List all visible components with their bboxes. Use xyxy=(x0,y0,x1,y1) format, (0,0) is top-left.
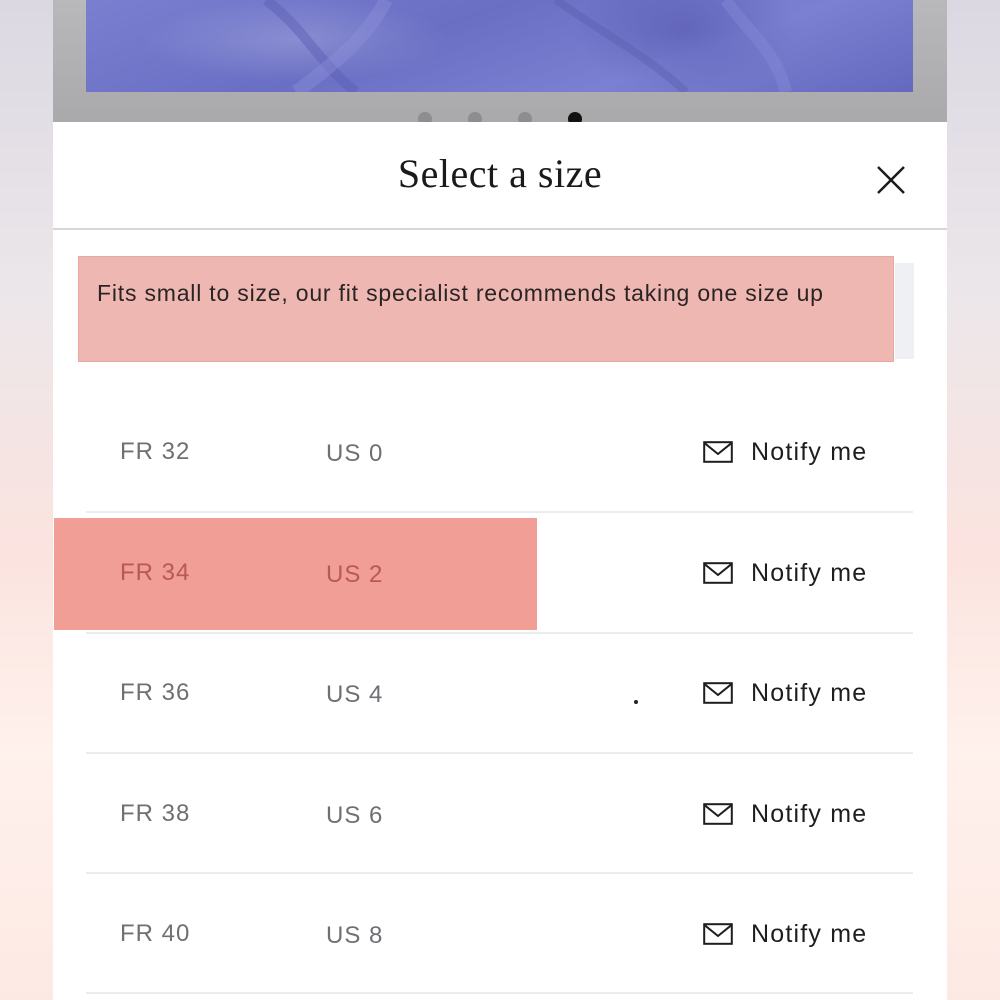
notify-me-button[interactable]: Notify me xyxy=(703,916,867,952)
fit-notice: Fits small to size, our fit specialist r… xyxy=(78,256,894,362)
mail-icon xyxy=(703,923,733,945)
notify-me-button[interactable]: Notify me xyxy=(703,675,867,711)
row-divider xyxy=(86,872,913,874)
notify-me-label: Notify me xyxy=(751,799,868,828)
phone-screen: Select a size Fits small to size, our fi… xyxy=(53,0,947,1000)
dust-speck xyxy=(634,700,638,704)
size-fr: FR 36 xyxy=(120,679,191,706)
size-us: US 6 xyxy=(326,802,384,829)
notify-me-label: Notify me xyxy=(751,558,868,587)
size-us: US 2 xyxy=(326,561,384,588)
row-divider xyxy=(86,992,913,994)
size-row[interactable]: FR 40 US 8 Notify me xyxy=(53,876,947,996)
mail-icon xyxy=(703,562,733,584)
size-selector-sheet: Select a size Fits small to size, our fi… xyxy=(53,122,947,1000)
size-us: US 0 xyxy=(326,440,384,467)
header-divider xyxy=(53,228,947,230)
row-divider xyxy=(86,632,913,634)
size-row[interactable]: FR 38 US 6 Notify me xyxy=(53,756,947,876)
notify-me-label: Notify me xyxy=(751,437,868,466)
size-fr: FR 40 xyxy=(120,920,191,947)
sheet-title: Select a size xyxy=(397,151,603,196)
mail-icon xyxy=(703,682,733,704)
row-divider xyxy=(86,752,913,754)
notify-me-button[interactable]: Notify me xyxy=(703,555,867,591)
size-row[interactable]: FR 32 US 0 Notify me xyxy=(53,394,947,514)
size-fr: FR 34 xyxy=(120,559,191,586)
size-fr: FR 32 xyxy=(120,438,191,465)
mail-icon xyxy=(703,441,733,463)
size-fr: FR 38 xyxy=(120,800,191,827)
fabric-folds xyxy=(262,0,792,92)
row-divider xyxy=(86,511,913,513)
product-image[interactable] xyxy=(86,0,913,92)
size-row-highlighted[interactable]: FR 34 US 2 Notify me xyxy=(53,515,947,635)
product-gallery[interactable] xyxy=(53,0,947,126)
close-icon xyxy=(877,166,905,194)
notify-me-button[interactable]: Notify me xyxy=(703,434,867,470)
close-button[interactable] xyxy=(869,158,913,202)
mail-icon xyxy=(703,803,733,825)
size-us: US 8 xyxy=(326,922,384,949)
notice-shadow xyxy=(895,263,914,359)
notify-me-button[interactable]: Notify me xyxy=(703,796,867,832)
notify-me-label: Notify me xyxy=(751,919,868,948)
gallery-pagination xyxy=(53,104,947,126)
size-row[interactable]: FR 36 US 4 Notify me xyxy=(53,635,947,755)
size-us: US 4 xyxy=(326,681,384,708)
notify-me-label: Notify me xyxy=(751,678,868,707)
